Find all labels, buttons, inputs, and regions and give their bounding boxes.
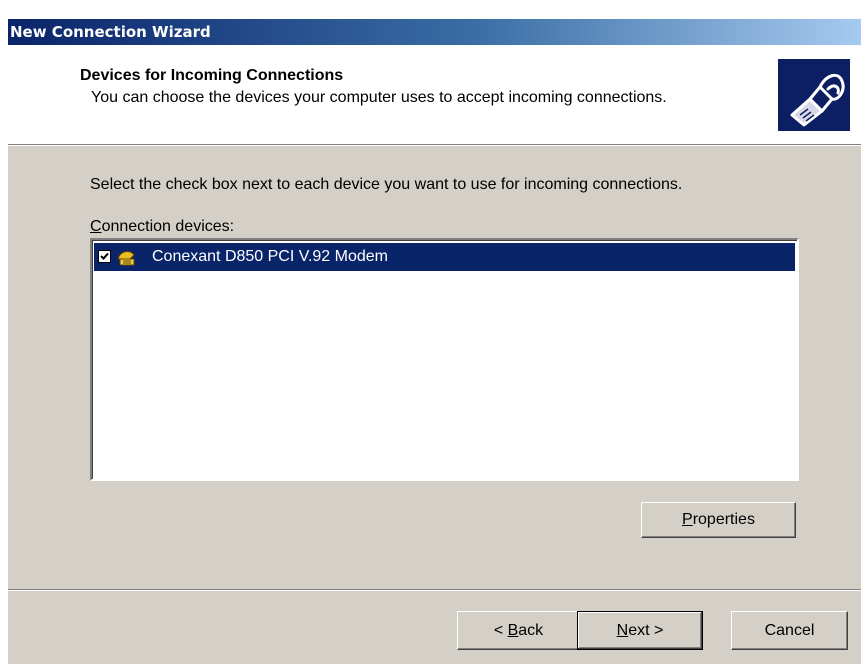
connection-devices-label: Connection devices: bbox=[90, 218, 234, 236]
properties-label: roperties bbox=[692, 511, 755, 528]
modem-icon bbox=[116, 247, 138, 267]
list-item[interactable]: Conexant D850 PCI V.92 Modem bbox=[94, 243, 795, 271]
footer-divider-highlight bbox=[8, 590, 861, 591]
title-bar[interactable]: New Connection Wizard bbox=[8, 19, 861, 45]
device-checkbox[interactable] bbox=[98, 250, 111, 263]
next-label: ext > bbox=[628, 622, 664, 639]
header-subtitle: You can choose the devices your computer… bbox=[91, 89, 667, 106]
back-mnemonic: B bbox=[507, 622, 519, 639]
instruction-text: Select the check box next to each device… bbox=[90, 176, 683, 193]
header-divider bbox=[8, 145, 861, 146]
header-title: Devices for Incoming Connections bbox=[80, 67, 344, 84]
wizard-window: New Connection Wizard Devices for Incomi… bbox=[7, 19, 861, 664]
next-button[interactable]: Next > bbox=[577, 611, 703, 650]
back-prefix: < bbox=[493, 622, 508, 639]
back-label: ack bbox=[518, 622, 544, 639]
devices-label-text: onnection devices: bbox=[101, 218, 235, 235]
network-cable-icon bbox=[778, 59, 850, 131]
connection-devices-list[interactable]: Conexant D850 PCI V.92 Modem bbox=[90, 238, 799, 481]
wizard-header: Devices for Incoming Connections You can… bbox=[8, 45, 861, 145]
properties-mnemonic: P bbox=[682, 511, 693, 528]
properties-button[interactable]: Properties bbox=[641, 502, 796, 538]
window-title: New Connection Wizard bbox=[10, 23, 211, 41]
device-label: Conexant D850 PCI V.92 Modem bbox=[152, 248, 388, 265]
next-mnemonic: N bbox=[616, 622, 629, 639]
devices-label-mnemonic: C bbox=[90, 218, 102, 235]
back-button[interactable]: < Back bbox=[457, 611, 580, 650]
cancel-button[interactable]: Cancel bbox=[731, 611, 848, 650]
